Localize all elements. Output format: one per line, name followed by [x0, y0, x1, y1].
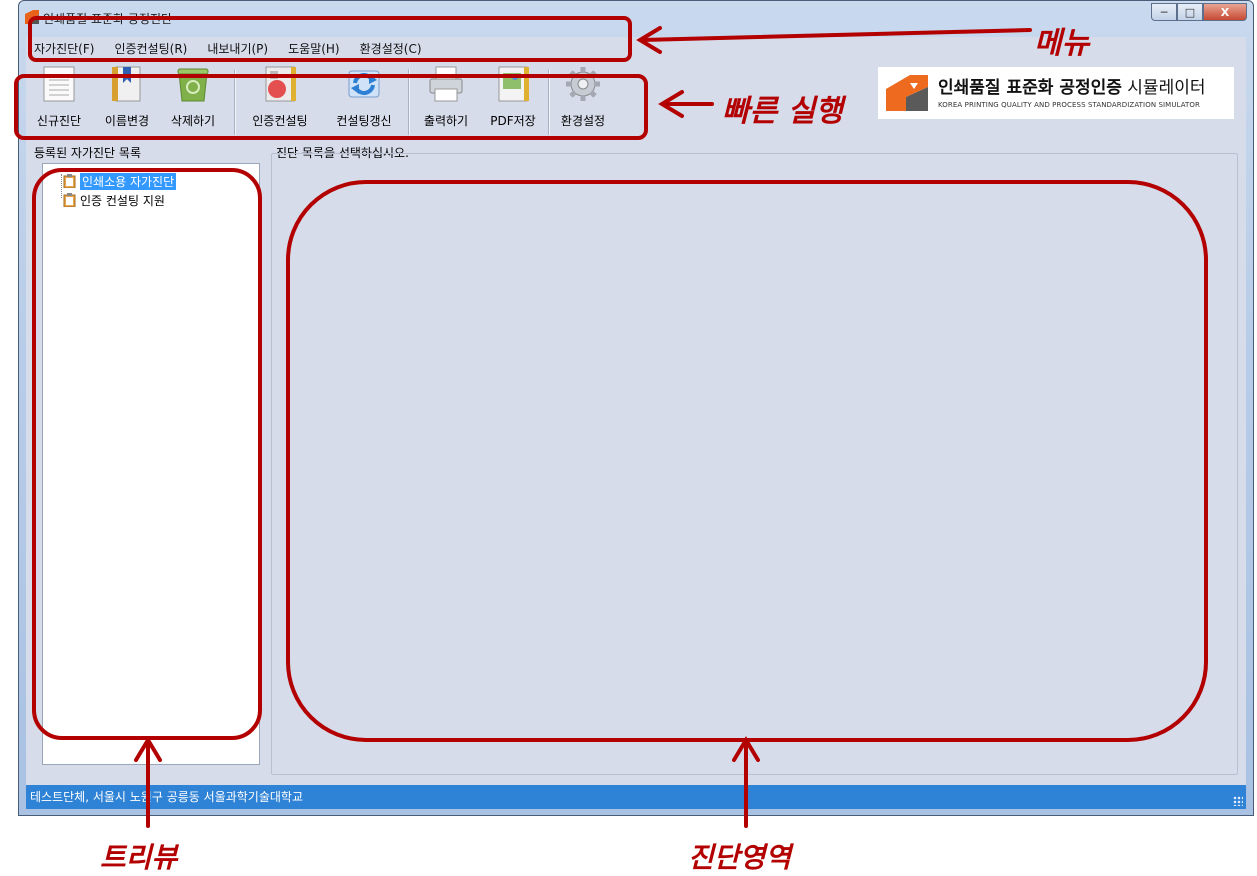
- annotation-diag: 진단영역: [688, 841, 792, 874]
- annotation-tree: 트리뷰: [100, 841, 178, 874]
- annotation-menu: 메뉴: [1034, 26, 1090, 61]
- annotation-quick: 빠른 실행: [722, 94, 843, 129]
- annotation-arrows: [134, 26, 1032, 828]
